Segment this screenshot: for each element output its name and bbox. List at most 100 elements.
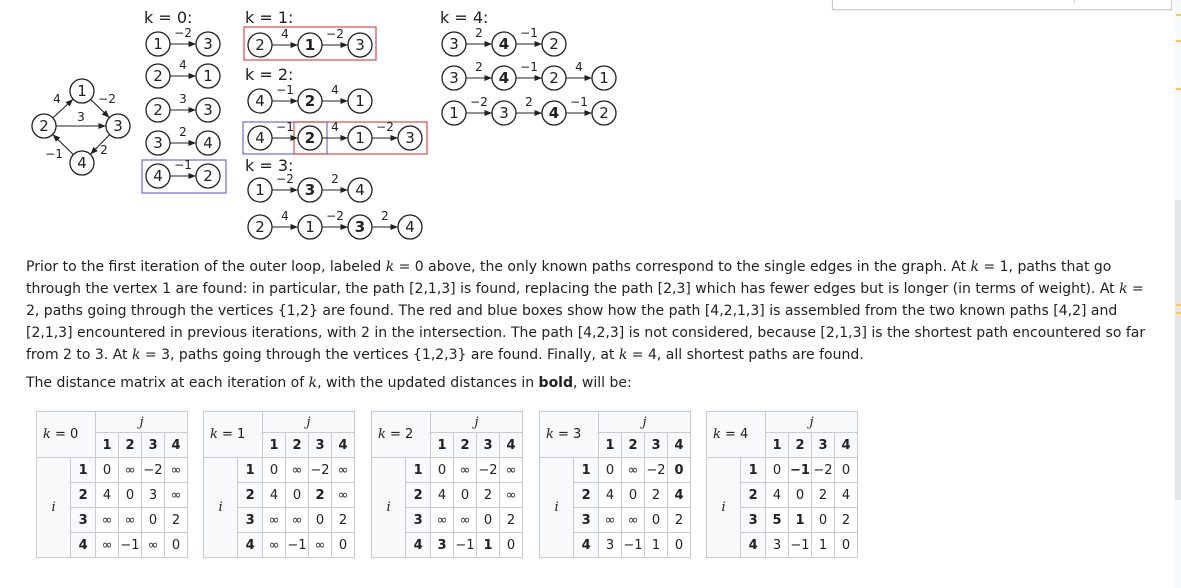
distance-cell: 2 bbox=[308, 482, 332, 508]
distance-cell: −2 bbox=[476, 457, 500, 483]
distance-cell: ∞ bbox=[95, 532, 119, 558]
column-header: 1 bbox=[598, 432, 622, 458]
vertex-label: 2 bbox=[599, 104, 609, 122]
distance-cell: 0 bbox=[164, 532, 188, 558]
edge-weight: 2 bbox=[475, 26, 483, 40]
floyd-warshall-diagram: k = 0: k = 1: k = 2: k = 3: k = 4: 4 −23−… bbox=[31, 8, 617, 240]
path-row: 2 3 4 bbox=[145, 125, 221, 156]
row-axis-label: i bbox=[35, 457, 71, 558]
column-header: 3 bbox=[644, 432, 668, 458]
distance-cell: ∞ bbox=[285, 457, 309, 483]
path-row: 4 −2 2 1 3 bbox=[247, 27, 373, 58]
distance-cell: 3 bbox=[598, 532, 622, 558]
math-k: k bbox=[1119, 281, 1128, 297]
explanation-paragraph: Prior to the first iteration of the oute… bbox=[26, 259, 1146, 363]
row-header: 2 bbox=[70, 482, 96, 508]
edge-weight: 2 bbox=[475, 60, 483, 74]
distance-cell: ∞ bbox=[499, 457, 523, 483]
distance-cell: 1 bbox=[788, 507, 812, 533]
vertex-node: 1 bbox=[297, 214, 323, 240]
distance-cell: 0 bbox=[476, 507, 500, 533]
row-header: 1 bbox=[573, 457, 599, 483]
row-header: 3 bbox=[237, 507, 263, 533]
label-k4: k = 4: bbox=[440, 8, 488, 27]
column-header: 1 bbox=[765, 432, 789, 458]
vertex-label: 3 bbox=[305, 181, 315, 199]
vertex-node: 1 bbox=[591, 65, 617, 91]
distance-cell: 1 bbox=[644, 532, 668, 558]
distance-cell: 0 bbox=[667, 457, 691, 483]
column-header: 4 bbox=[834, 432, 858, 458]
vertex-label: 2 bbox=[305, 92, 315, 110]
edge-weight: 4 bbox=[281, 209, 289, 223]
edge-weight: −2 bbox=[98, 92, 116, 106]
distance-cell: 0 bbox=[141, 507, 165, 533]
vertex-node: 3 bbox=[441, 31, 467, 57]
distance-matrix: k = 2 j 1 2 3 4 i 1 0 ∞ −2 ∞ 2 4 0 2 ∞ 3 ∞ ∞ 0 2 4 3 −1 1 0 bbox=[370, 411, 523, 558]
row-axis-label: i bbox=[202, 457, 238, 558]
label-k2: k = 2: bbox=[245, 65, 293, 84]
label-k1: k = 1: bbox=[245, 8, 293, 27]
edge-weight: 2 bbox=[100, 143, 108, 157]
distance-cell: ∞ bbox=[453, 507, 477, 533]
vertex-node: 3 bbox=[145, 130, 171, 156]
distance-cell: −1 bbox=[788, 532, 812, 558]
vertex-label: 1 bbox=[449, 104, 459, 122]
distance-cell: ∞ bbox=[621, 457, 645, 483]
vertex-node: 1 bbox=[247, 177, 273, 203]
vertex-node: 4 bbox=[247, 88, 273, 114]
row-header: 4 bbox=[405, 532, 431, 558]
edge-weight: 4 bbox=[331, 83, 339, 97]
vertex-node: 2 bbox=[541, 65, 567, 91]
row-header: 4 bbox=[740, 532, 766, 558]
edge-weight: 4 bbox=[53, 92, 61, 106]
distance-cell: 0 bbox=[834, 457, 858, 483]
distance-cell: 0 bbox=[765, 457, 789, 483]
edge-weight: −1 bbox=[520, 26, 538, 40]
distance-cell: −2 bbox=[644, 457, 668, 483]
distance-cell: ∞ bbox=[118, 457, 142, 483]
vertex-node: 3 bbox=[347, 32, 373, 58]
distance-matrix: k = 3 j 1 2 3 4 i 1 0 ∞ −2 0 2 4 0 2 4 3 ∞ ∞ 0 2 4 3 −1 1 0 bbox=[538, 411, 691, 558]
vertex-label: 1 bbox=[355, 92, 365, 110]
distance-cell: 4 bbox=[667, 482, 691, 508]
vertex-label: 4 bbox=[153, 167, 163, 185]
vertex-label: 3 bbox=[153, 134, 163, 152]
distance-cell: 0 bbox=[430, 457, 454, 483]
edge-weight: 2 bbox=[331, 172, 339, 186]
scroll-marker bbox=[1176, 304, 1181, 306]
label-k0: k = 0: bbox=[144, 8, 192, 27]
distance-cell: 2 bbox=[667, 507, 691, 533]
edge-weight: 4 bbox=[575, 60, 583, 74]
distance-cell: 2 bbox=[811, 482, 835, 508]
column-header: 4 bbox=[499, 432, 523, 458]
distance-cell: −1 bbox=[118, 532, 142, 558]
row-header: 2 bbox=[573, 482, 599, 508]
distance-matrix: k = 4 j 1 2 3 4 i 1 0 −1 −2 0 2 4 0 2 4 3 5 1 0 2 4 3 −1 1 0 bbox=[705, 411, 858, 558]
column-header: 4 bbox=[164, 432, 188, 458]
math-k: k bbox=[385, 259, 395, 275]
vertex-label: 4 bbox=[255, 92, 265, 110]
vertex-label: 4 bbox=[499, 69, 509, 87]
distance-cell: 0 bbox=[788, 482, 812, 508]
vertex-node: 2 bbox=[297, 125, 323, 151]
edge-weight: −2 bbox=[174, 26, 192, 40]
row-header: 1 bbox=[237, 457, 263, 483]
path-row: −1 4 4 2 1 bbox=[247, 83, 373, 114]
distance-cell: 0 bbox=[621, 482, 645, 508]
vertex-label: 4 bbox=[255, 129, 265, 147]
column-axis-label: j bbox=[430, 411, 523, 433]
distance-cell: 4 bbox=[95, 482, 119, 508]
distance-cell: ∞ bbox=[164, 482, 188, 508]
vertex-label: 4 bbox=[355, 181, 365, 199]
distance-cell: ∞ bbox=[621, 507, 645, 533]
math-k: k bbox=[618, 347, 628, 363]
vertex-label: 2 bbox=[549, 69, 559, 87]
distance-cell: ∞ bbox=[285, 507, 309, 533]
distance-cell: 3 bbox=[141, 482, 165, 508]
matrix-intro-paragraph: The distance matrix at each iteration of… bbox=[26, 375, 632, 391]
vertex-node: 4 bbox=[145, 163, 171, 189]
edge-weight: −1 bbox=[520, 60, 538, 74]
row-header: 2 bbox=[740, 482, 766, 508]
column-header: 2 bbox=[118, 432, 142, 458]
